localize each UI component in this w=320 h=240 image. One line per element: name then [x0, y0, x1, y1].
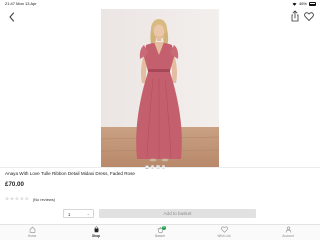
top-nav	[0, 8, 320, 26]
add-to-basket-button[interactable]: Add to basket	[99, 209, 256, 218]
quantity-select[interactable]: 1 ⌄	[63, 209, 94, 218]
product-image-carousel[interactable]	[0, 9, 320, 169]
shop-icon	[93, 226, 99, 233]
tab-basket-label: Basket	[155, 234, 165, 238]
star-icon: ☆	[9, 196, 14, 202]
quantity-value: 1	[68, 212, 71, 217]
battery-icon	[309, 2, 316, 6]
status-indicators: 46%	[292, 0, 316, 8]
home-icon	[29, 226, 35, 233]
basket-count-badge: 0	[162, 226, 166, 230]
wishlist-heart-icon[interactable]	[304, 11, 314, 22]
battery-percent: 46%	[298, 1, 307, 6]
tab-home[interactable]: Home	[12, 226, 52, 238]
reviews-label: (No reviews)	[32, 197, 56, 202]
share-icon[interactable]	[290, 10, 300, 22]
tab-account-label: Account	[282, 234, 294, 238]
status-bar: 21:47 Mon 13 Apr 46%	[0, 0, 320, 8]
divider	[0, 167, 320, 168]
tab-wish-list[interactable]: Wish List	[204, 226, 244, 238]
tab-wish-list-label: Wish List	[217, 234, 231, 238]
product-photo-illustration	[101, 9, 219, 167]
rating-stars: ☆ ☆ ☆ ☆ ☆	[5, 196, 29, 202]
account-icon	[285, 226, 291, 233]
product-title: Anaya With Love Tulle Ribbon Detail Mida…	[5, 171, 135, 176]
back-chevron-icon[interactable]	[7, 11, 17, 23]
chevron-down-icon: ⌄	[86, 211, 90, 216]
star-icon: ☆	[19, 196, 24, 202]
tab-basket[interactable]: 0 Basket	[140, 226, 180, 238]
star-icon: ☆	[5, 196, 9, 202]
tab-shop[interactable]: Shop	[76, 226, 116, 238]
heart-icon	[220, 226, 228, 233]
tab-account[interactable]: Account	[268, 226, 308, 238]
bottom-tab-bar: Home Shop 0 Basket Wish List Account	[0, 224, 320, 240]
tab-shop-label: Shop	[92, 234, 100, 238]
product-photo	[101, 9, 219, 167]
wifi-icon	[292, 2, 297, 6]
tab-home-label: Home	[27, 234, 37, 238]
reviews-row[interactable]: ☆ ☆ ☆ ☆ ☆ (No reviews)	[5, 196, 56, 202]
star-icon: ☆	[14, 196, 19, 202]
status-time-date: 21:47 Mon 13 Apr	[5, 1, 37, 6]
star-icon: ☆	[24, 196, 29, 202]
product-price: £70.00	[5, 181, 24, 188]
